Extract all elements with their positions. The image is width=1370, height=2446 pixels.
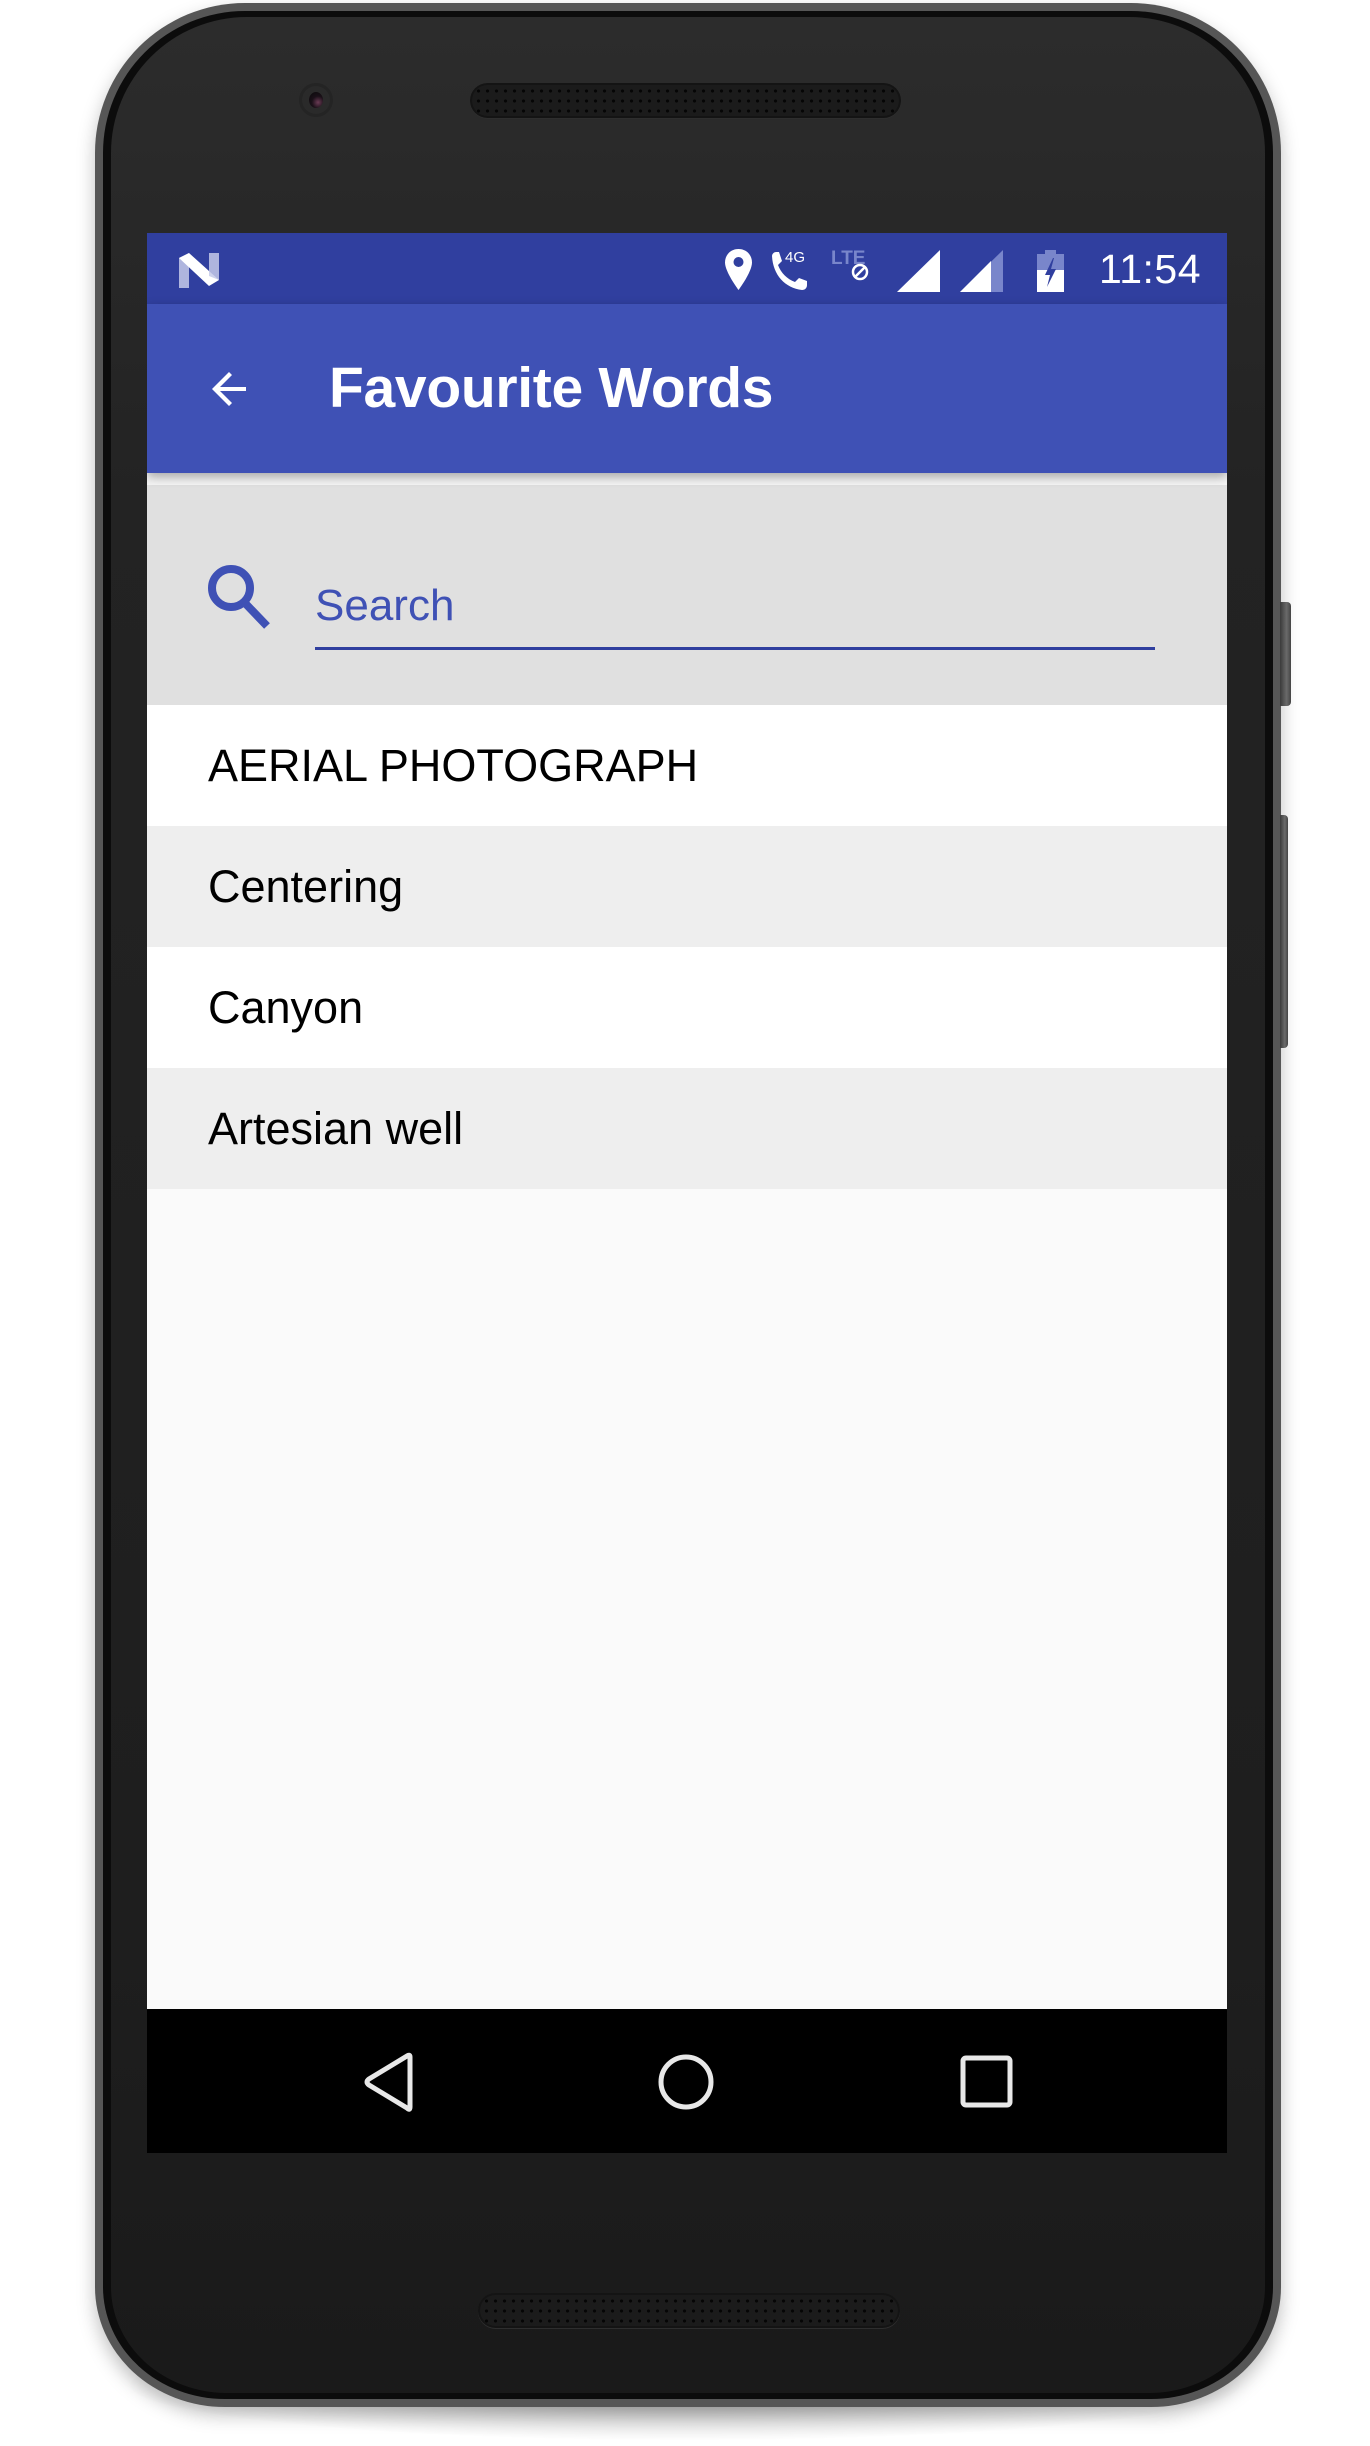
word-label: Canyon — [208, 981, 364, 1033]
status-time: 11:54 — [1098, 246, 1201, 292]
list-item[interactable]: Centering — [147, 826, 1227, 947]
page-title: Favourite Words — [329, 356, 774, 420]
nav-recents-icon — [960, 2055, 1013, 2108]
arrow-back-icon — [212, 372, 246, 406]
power-button[interactable] — [1280, 602, 1291, 706]
device-screen: 4G LTE 11:54 Favourite Words Search AERI… — [147, 233, 1227, 2153]
back-button[interactable] — [187, 346, 273, 432]
nav-home-icon — [658, 2054, 714, 2110]
status-bar: 4G LTE 11:54 — [147, 233, 1227, 304]
list-item[interactable]: AERIAL PHOTOGRAPH — [147, 705, 1227, 826]
signal-partial-icon — [960, 250, 1003, 292]
nav-back-button[interactable] — [347, 2041, 427, 2121]
favourite-words-list: AERIAL PHOTOGRAPH Centering Canyon Artes… — [147, 705, 1227, 1189]
system-nav-bar — [147, 2009, 1227, 2153]
android-n-logo-icon — [179, 253, 219, 288]
list-item[interactable]: Artesian well — [147, 1068, 1227, 1189]
lte-disabled-icon: LTE — [831, 248, 869, 281]
search-input[interactable] — [315, 573, 1155, 650]
bottom-speaker — [478, 2293, 900, 2328]
network-type-label: 4G — [785, 249, 805, 266]
wifi-calling-4g-icon: 4G — [772, 249, 807, 290]
word-label: Artesian well — [208, 1102, 464, 1154]
app-bar: Favourite Words — [147, 304, 1227, 473]
volume-rocker[interactable] — [1280, 815, 1288, 1048]
search-icon[interactable] — [205, 562, 273, 630]
earpiece-speaker — [470, 83, 901, 118]
nav-recents-button[interactable] — [947, 2041, 1027, 2121]
front-camera — [302, 86, 330, 114]
signal-full-icon — [897, 250, 940, 292]
search-section — [147, 473, 1227, 705]
nav-back-icon — [364, 2052, 413, 2112]
location-pin-icon — [725, 249, 752, 290]
word-label: AERIAL PHOTOGRAPH — [208, 739, 699, 791]
nav-home-button[interactable] — [646, 2041, 726, 2121]
battery-charging-icon — [1037, 250, 1064, 292]
word-label: Centering — [208, 860, 404, 912]
list-item[interactable]: Canyon — [147, 947, 1227, 1068]
